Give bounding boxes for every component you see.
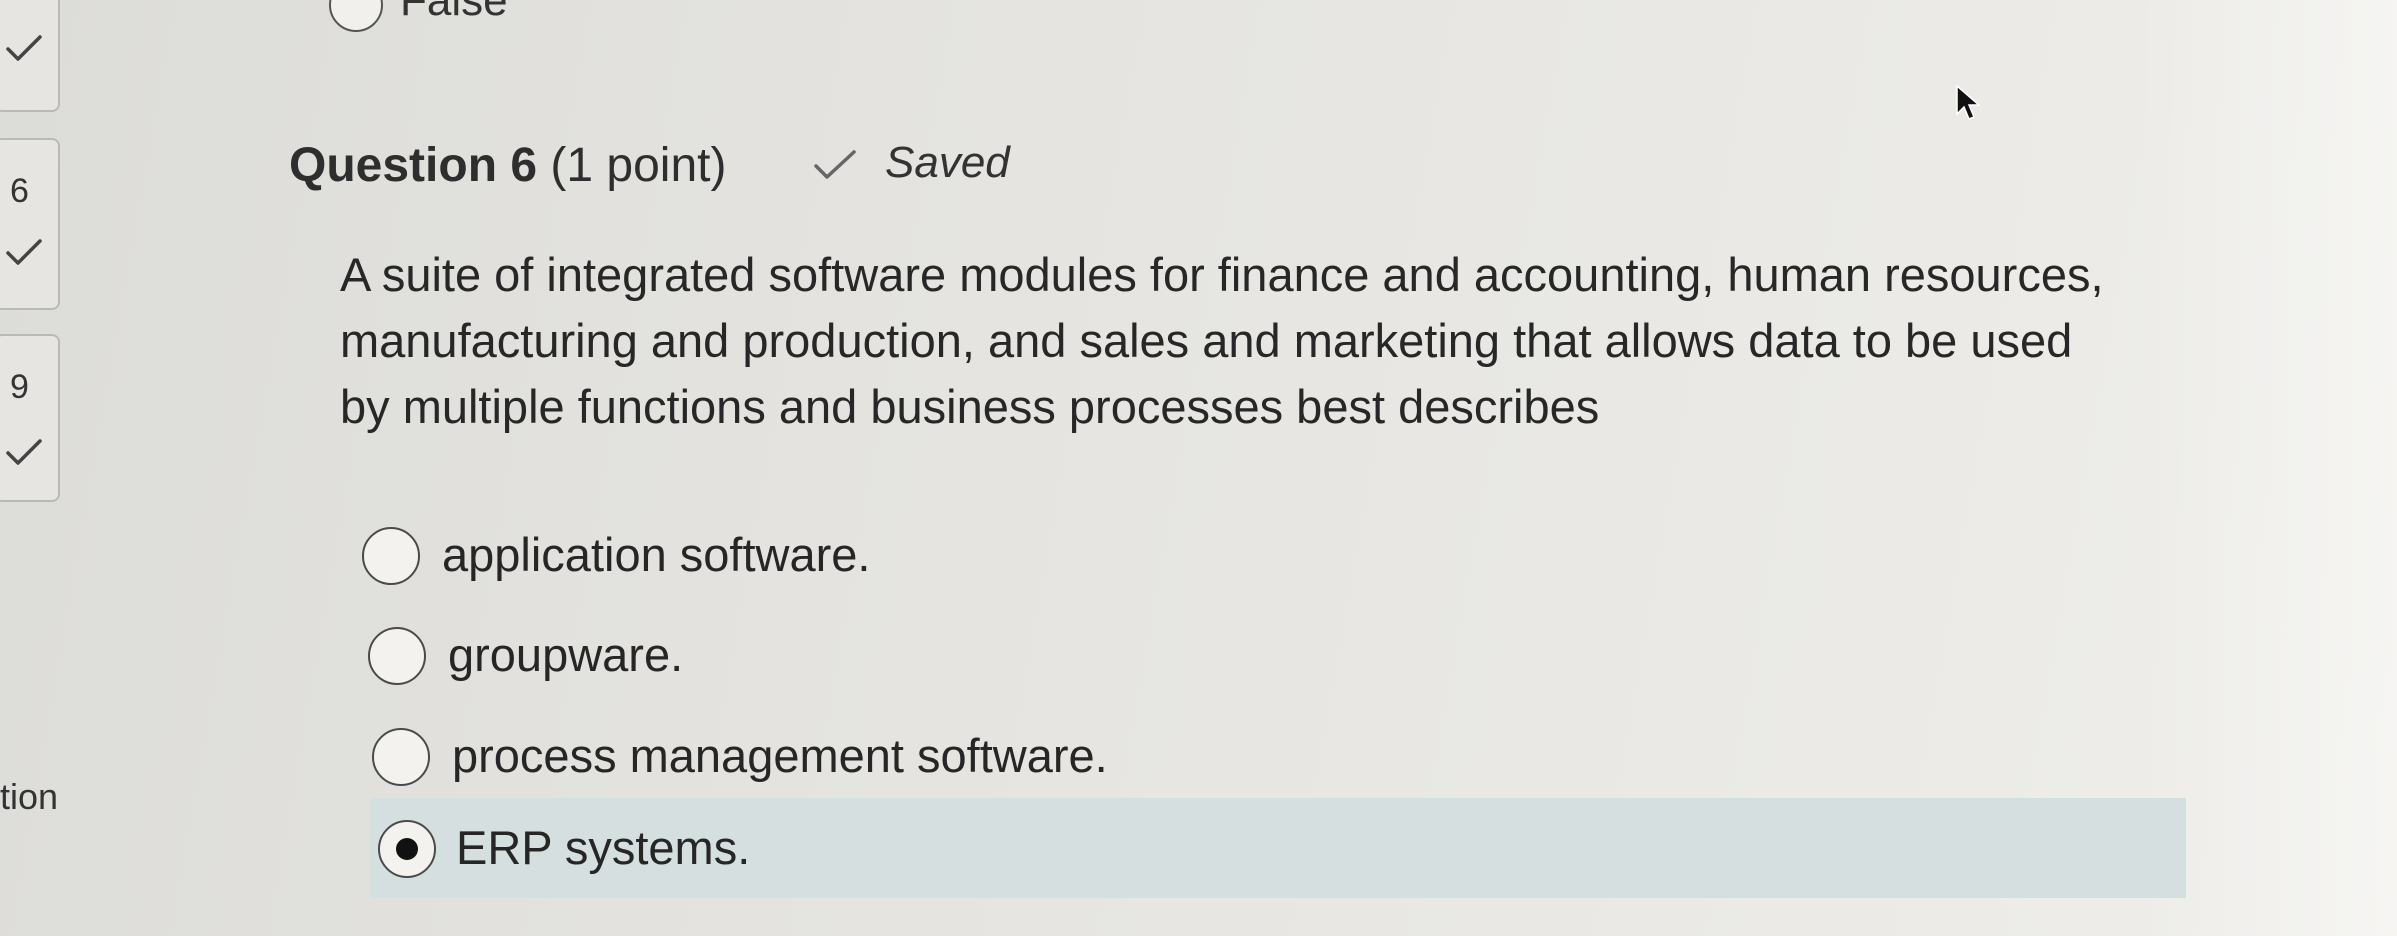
option-radio[interactable] (372, 728, 430, 786)
answer-option-selected[interactable]: ERP systems. (370, 798, 2186, 898)
mouse-pointer-icon (1955, 84, 1985, 129)
side-partial-label: tion (0, 776, 59, 817)
checkmark-icon (4, 236, 44, 273)
nav-item-number: 9 (10, 368, 29, 406)
checkmark-icon (812, 148, 858, 187)
question-title: Question 6 (289, 139, 538, 192)
option-radio-selected[interactable] (378, 820, 436, 878)
checkmark-icon (4, 32, 44, 69)
option-radio[interactable] (362, 527, 420, 585)
checkmark-icon (4, 436, 44, 473)
nav-item-6[interactable]: 6 (0, 138, 60, 310)
option-label: process management software. (452, 729, 1108, 782)
question-text-line: by multiple functions and business proce… (340, 380, 1600, 433)
answer-option[interactable]: process management software. (372, 706, 2202, 806)
radio-dot (396, 838, 418, 860)
question-header: Question 6 (1 point) (289, 138, 726, 193)
question-points: (1 point) (550, 139, 727, 192)
option-radio[interactable] (368, 627, 426, 685)
nav-item-previous[interactable] (0, 0, 60, 112)
question-text-line: manufacturing and production, and sales … (340, 314, 2073, 367)
question-text-line: A suite of integrated software modules f… (340, 248, 2104, 301)
saved-status: Saved (885, 138, 1010, 187)
nav-item-9[interactable]: 9 (0, 334, 60, 502)
option-label: ERP systems. (456, 821, 751, 874)
nav-item-number: 6 (10, 172, 29, 210)
previous-option-radio[interactable] (329, 0, 383, 32)
previous-option-label: False (400, 0, 508, 25)
answer-option[interactable]: groupware. (368, 605, 2198, 705)
option-label: groupware. (448, 628, 684, 681)
option-label: application software. (442, 528, 871, 581)
question-text: A suite of integrated software modules f… (340, 242, 2240, 440)
answer-option[interactable]: application software. (362, 505, 2192, 605)
